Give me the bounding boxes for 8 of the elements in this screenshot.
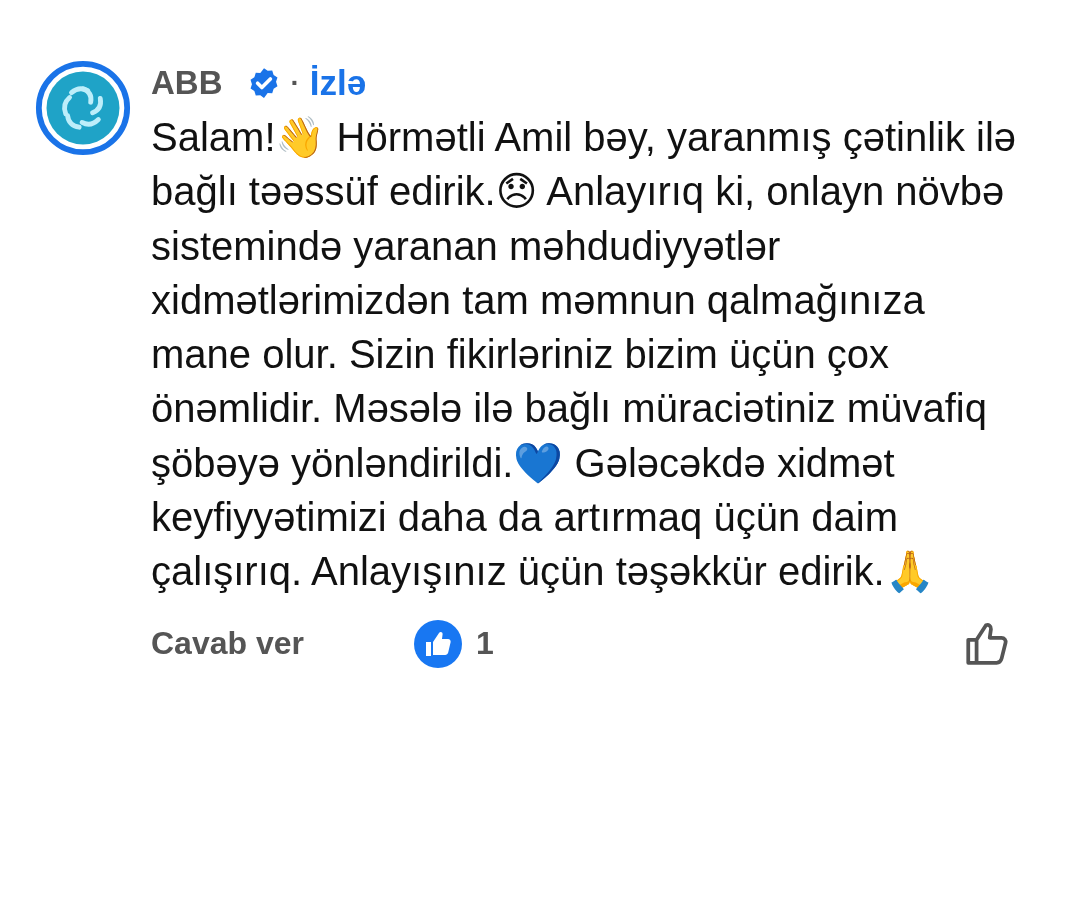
author-name[interactable]: ABB [151,64,223,102]
separator-dot: · [290,67,300,99]
like-reaction-icon [414,619,462,668]
comment-text: Salam!👋 Hörmətli Amil bəy, yaranmış çətinlik ilə bağlı təəssüf edirik.😞 Anlayırıq ki, onlayn növbə sistemində yaranan məhdudiyyətlər xidmətlərimizdən tam məmnun qalmağınıza mane olur. Sizin fikirləriniz bizim üçün çox önəmlidir. Məsələ ilə bağlı müraciətiniz müvafiq şöbəyə yönləndirildi.💙 Gələcəkdə xidmət keyfiyyətimizi daha da artırmaq üçün daim çalışırıq. Anlayışınız üçün təşəkkür edirik.🙏 [151,114,1018,596]
follow-link[interactable]: İzlə [309,63,367,103]
reply-link[interactable]: Cavab ver [151,625,304,663]
reaction-count: 1 [476,625,494,663]
avatar[interactable] [35,60,131,156]
